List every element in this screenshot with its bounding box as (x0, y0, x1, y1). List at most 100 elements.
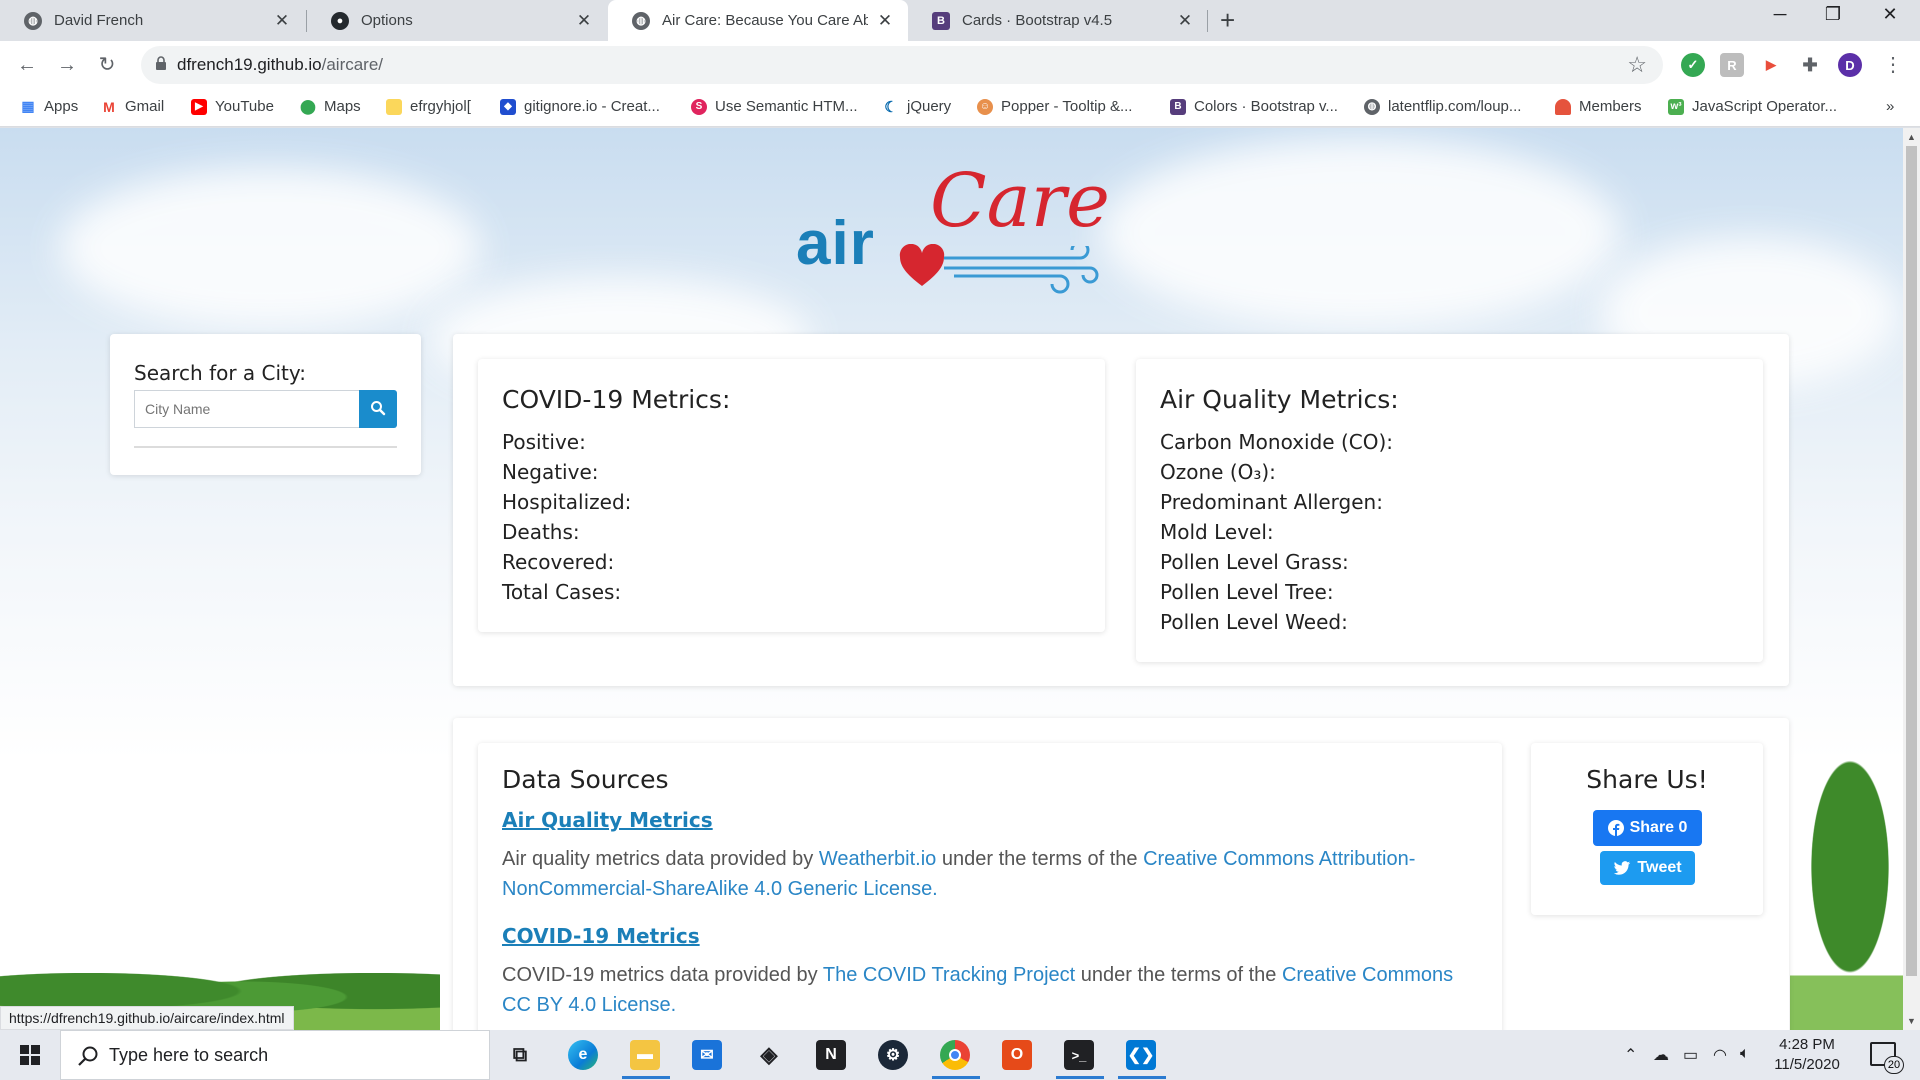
bookmark-label: gitignore.io - Creat... (524, 98, 660, 115)
tab-divider (1207, 10, 1208, 32)
show-hidden-icons-chevron-icon[interactable]: ⌃ (1624, 1045, 1637, 1065)
facebook-share-button[interactable]: Share 0 (1593, 810, 1702, 846)
metric-mold-level: Mold Level: (1160, 520, 1274, 544)
close-tab-icon[interactable]: ✕ (575, 11, 593, 31)
close-tab-icon[interactable]: ✕ (273, 11, 291, 31)
address-bar[interactable]: dfrench19.github.io/aircare/ ☆ (141, 46, 1663, 84)
forward-arrow-icon[interactable]: → (52, 50, 82, 80)
dropbox-icon[interactable]: ◈ (754, 1040, 784, 1070)
steam-icon[interactable]: ⚙ (878, 1040, 908, 1070)
metrics-container: COVID-19 Metrics: Positive: Negative: Ho… (453, 334, 1789, 686)
covid-tracking-project-link[interactable]: The COVID Tracking Project (823, 964, 1075, 986)
tab-david-french[interactable]: ◍ David French ✕ (0, 0, 305, 41)
new-tab-button[interactable]: + (1220, 5, 1235, 36)
edge-browser-icon[interactable]: e (568, 1040, 598, 1070)
bookmark-latentflip[interactable]: ◍ latentflip.com/loup... (1364, 98, 1521, 115)
covid-metrics-title: COVID-19 Metrics: (502, 385, 731, 414)
metric-predominant-allergen: Predominant Allergen: (1160, 490, 1383, 514)
logo-care-text: Care (930, 158, 1110, 244)
tab-options[interactable]: ● Options ✕ (307, 0, 607, 41)
bookmark-label: Apps (44, 98, 79, 115)
terminal-icon[interactable]: >_ (1064, 1040, 1094, 1070)
bookmark-label: Maps (324, 98, 361, 115)
bookmark-apps[interactable]: ▦ Apps (20, 98, 78, 115)
bookmark-maps[interactable]: ⬤ Maps (300, 98, 361, 115)
bookmark-members[interactable]: Members (1555, 98, 1642, 115)
kebab-menu-icon[interactable]: ⋮ (1878, 50, 1908, 80)
weatherbit-link[interactable]: Weatherbit.io (819, 848, 936, 870)
bookmark-colors-bootstrap[interactable]: B Colors · Bootstrap v... (1170, 98, 1338, 115)
vscode-icon[interactable]: ❮❯ (1126, 1040, 1156, 1070)
covid-metrics-card: COVID-19 Metrics: Positive: Negative: Ho… (478, 359, 1105, 632)
windows-taskbar: Type here to search ⧉ e ▬ ✉ ◈ N ⚙ O >_ ❮… (0, 1030, 1920, 1080)
close-tab-icon[interactable]: ✕ (1176, 11, 1194, 31)
search-icon (78, 1046, 98, 1066)
air-quality-metrics-card: Air Quality Metrics: Carbon Monoxide (CO… (1136, 359, 1763, 662)
wifi-icon[interactable]: ◠ (1713, 1045, 1727, 1065)
popper-icon: ☺ (977, 98, 993, 115)
background-cloud (60, 168, 480, 328)
covid-metrics-list: Positive: Negative: Hospitalized: Deaths… (502, 427, 631, 607)
puzzle-extensions-icon[interactable]: ✚ (1798, 53, 1822, 77)
folder-icon (386, 98, 402, 115)
chrome-icon[interactable] (940, 1040, 970, 1070)
bookmark-semantic-html[interactable]: S Use Semantic HTM... (691, 98, 858, 115)
bookmark-jquery[interactable]: ☾ jQuery (883, 98, 951, 116)
covid-source-text: COVID-19 metrics data provided by The CO… (502, 960, 1482, 1020)
jquery-icon: ☾ (884, 98, 898, 116)
bookmark-label: Use Semantic HTM... (715, 98, 858, 115)
cast-extension-icon[interactable]: ▶ (1759, 53, 1783, 77)
bookmark-label: Gmail (125, 98, 165, 115)
tab-air-care[interactable]: ◍ Air Care: Because You Care Abou ✕ (608, 0, 908, 41)
close-window-icon[interactable]: ✕ (1870, 4, 1910, 25)
notion-icon[interactable]: N (816, 1040, 846, 1070)
bookmark-popper[interactable]: ☺ Popper - Tooltip &... (977, 98, 1132, 115)
bookmark-star-icon[interactable]: ☆ (1627, 52, 1647, 78)
active-app-indicator (1118, 1076, 1166, 1079)
windows-start-icon[interactable] (20, 1045, 40, 1065)
bookmark-label: YouTube (215, 98, 274, 115)
task-view-icon[interactable]: ⧉ (505, 1040, 535, 1070)
file-explorer-icon[interactable]: ▬ (630, 1040, 660, 1070)
source-text: COVID-19 metrics data provided by (502, 964, 823, 986)
bootstrap-icon: B (932, 11, 950, 30)
mail-icon[interactable]: ✉ (692, 1040, 722, 1070)
extension-icon[interactable]: R (1720, 53, 1744, 77)
back-arrow-icon[interactable]: ← (12, 50, 42, 80)
air-quality-source-link[interactable]: Air Quality Metrics (502, 808, 713, 832)
city-search-input[interactable] (134, 390, 359, 428)
profile-avatar[interactable]: D (1838, 53, 1862, 77)
notification-center-icon[interactable]: 20 (1870, 1042, 1904, 1074)
bookmark-js-operators[interactable]: w³ JavaScript Operator... (1668, 98, 1837, 115)
scrollbar-thumb[interactable] (1906, 146, 1917, 976)
tab-cards-bootstrap[interactable]: B Cards · Bootstrap v4.5 ✕ (908, 0, 1208, 41)
minimize-icon[interactable]: ─ (1760, 4, 1800, 25)
restore-icon[interactable]: ❐ (1813, 4, 1853, 25)
taskbar-clock[interactable]: 4:28 PM 11/5/2020 (1767, 1035, 1847, 1075)
twitter-tweet-button[interactable]: Tweet (1600, 851, 1695, 885)
scroll-down-arrow-icon[interactable]: ▼ (1907, 1016, 1916, 1026)
bookmark-gitignore[interactable]: ◆ gitignore.io - Creat... (500, 98, 660, 115)
battery-icon[interactable]: ▭ (1683, 1045, 1698, 1065)
bookmark-youtube[interactable]: ▶ YouTube (191, 98, 274, 115)
metric-hospitalized: Hospitalized: (502, 490, 632, 514)
covid-source-link[interactable]: COVID-19 Metrics (502, 924, 700, 948)
search-button[interactable] (359, 390, 397, 428)
taskbar-search-box[interactable]: Type here to search (60, 1030, 490, 1080)
office-icon[interactable]: O (1002, 1040, 1032, 1070)
more-bookmarks-chevron-icon[interactable]: » (1886, 98, 1894, 115)
scroll-up-arrow-icon[interactable]: ▲ (1907, 132, 1916, 142)
close-tab-icon[interactable]: ✕ (876, 11, 894, 31)
source-text: under the terms of the (936, 848, 1144, 870)
source-text: under the terms of the (1075, 964, 1282, 986)
reload-icon[interactable]: ↻ (92, 50, 122, 80)
bookmark-gmail[interactable]: M Gmail (101, 98, 164, 115)
bookmark-folder[interactable]: efrgyhjol[ (386, 98, 471, 115)
lock-icon (156, 56, 166, 70)
volume-icon[interactable]: 🔈︎ (1740, 1045, 1750, 1063)
page-scrollbar[interactable]: ▲ ▼ (1903, 128, 1920, 1030)
check-extension-icon[interactable]: ✓ (1681, 53, 1705, 77)
facebook-icon (1607, 820, 1624, 836)
onedrive-cloud-icon[interactable]: ☁ (1653, 1045, 1669, 1065)
tab-title: David French (54, 12, 144, 29)
